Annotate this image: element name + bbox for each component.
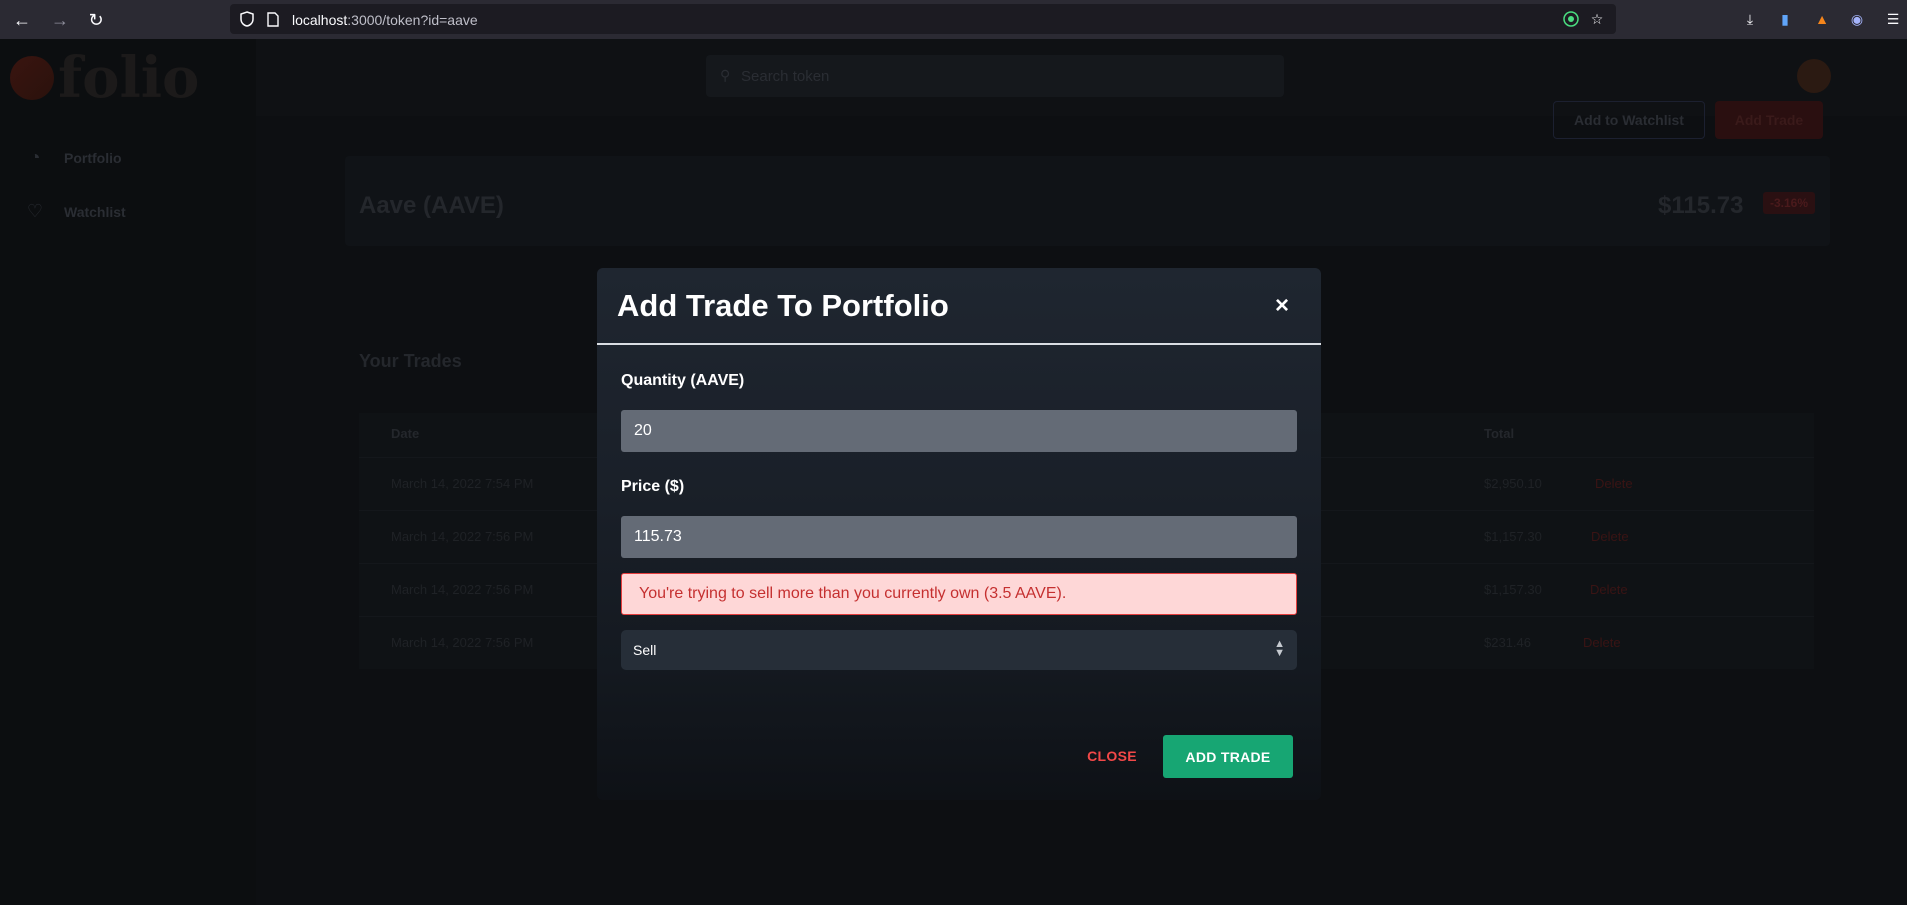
reload-icon[interactable]: ↻ [84,8,108,32]
trade-date: March 14, 2022 7:56 PM [391,529,534,544]
close-button[interactable]: CLOSE [1076,735,1148,777]
pie-chart-icon: ◔ [29,147,41,167]
sidebar-item-portfolio[interactable]: ◔ Portfolio [24,147,122,169]
download-icon[interactable]: ⤓ [1740,9,1760,29]
extension-bars-icon[interactable]: ▮ [1775,9,1795,29]
sidebar-item-label: Portfolio [64,150,122,166]
trade-total: $1,157.30 [1484,529,1542,544]
extension-target-icon[interactable] [1562,10,1580,28]
modal-title: Add Trade To Portfolio [617,288,949,323]
forward-arrow-icon[interactable]: → [48,8,72,32]
trade-type-selected: Sell [633,642,657,658]
url-text[interactable]: localhost:3000/token?id=aave [292,12,478,28]
modal-header: Add Trade To Portfolio × [597,268,1321,345]
token-name: Aave (AAVE) [359,192,504,219]
delete-trade-link[interactable]: Delete [1583,635,1621,650]
submit-add-trade-button[interactable]: ADD TRADE [1163,735,1293,778]
bookmark-star-icon[interactable]: ☆ [1588,10,1606,28]
add-trade-button[interactable]: Add Trade [1715,101,1823,139]
sidebar: folio ◔ Portfolio ♡ Watchlist [0,39,256,905]
page-icon[interactable] [264,10,282,28]
search-placeholder: Search token [741,68,830,85]
price-label: Price ($) [621,478,685,495]
sidebar-item-watchlist[interactable]: ♡ Watchlist [24,201,126,223]
search-icon: ⚲ [720,67,731,83]
trade-total: $2,950.10 [1484,476,1542,491]
trade-date: March 14, 2022 7:54 PM [391,476,534,491]
logo[interactable]: folio [10,45,200,111]
quantity-label: Quantity (AAVE) [621,372,745,389]
extension-eye-icon[interactable]: ◉ [1847,9,1867,29]
trade-type-select[interactable]: Sell ▲ ▼ [621,630,1297,670]
close-icon[interactable]: × [1271,294,1293,318]
add-trade-modal: Add Trade To Portfolio × Quantity (AAVE)… [597,268,1321,800]
token-card [345,156,1830,246]
heart-icon: ♡ [26,201,44,221]
delete-trade-link[interactable]: Delete [1590,582,1628,597]
back-arrow-icon[interactable]: ← [10,8,34,32]
column-header-date: Date [391,426,420,441]
quantity-input[interactable] [621,410,1297,452]
menu-icon[interactable]: ☰ [1883,9,1903,29]
trade-date: March 14, 2022 7:56 PM [391,582,534,597]
delete-trade-link[interactable]: Delete [1591,529,1629,544]
avatar[interactable] [1797,59,1831,93]
browser-toolbar: ← → ↻ localhost:3000/token?id=aave ☆ ⤓ ▮… [0,0,1907,39]
column-header-total: Total [1484,426,1515,441]
chevron-updown-icon: ▲ ▼ [1274,638,1285,659]
token-price: $115.73 [1658,192,1744,219]
price-input[interactable] [621,516,1297,558]
shield-icon[interactable] [238,10,256,28]
price-change-badge: -3.16% [1763,192,1815,214]
logo-mark-icon [10,56,54,100]
trades-title: Your Trades [359,351,462,371]
trade-total: $231.46 [1484,635,1531,650]
metamask-fox-icon[interactable]: ▲ [1812,9,1832,29]
logo-text: folio [58,45,200,111]
trade-date: March 14, 2022 7:56 PM [391,635,534,650]
error-alert: You're trying to sell more than you curr… [621,573,1297,615]
trade-total: $1,157.30 [1484,582,1542,597]
address-bar[interactable]: localhost:3000/token?id=aave ☆ [230,4,1616,34]
sidebar-item-label: Watchlist [64,204,126,220]
add-to-watchlist-button[interactable]: Add to Watchlist [1553,101,1705,139]
search-input[interactable]: ⚲ Search token [706,55,1284,97]
delete-trade-link[interactable]: Delete [1595,476,1633,491]
